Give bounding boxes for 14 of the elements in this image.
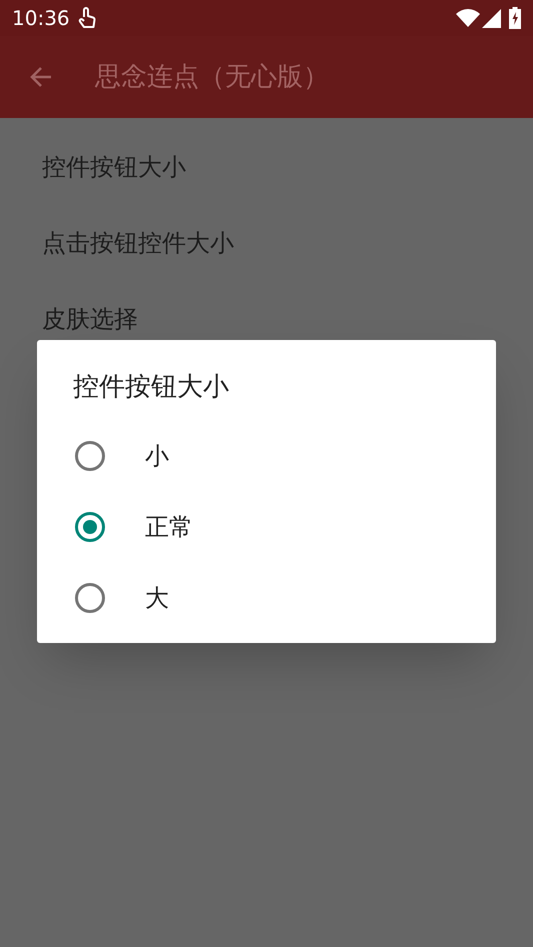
- app-title: 思念连点（无心版）: [95, 60, 329, 94]
- radio-button[interactable]: [75, 582, 105, 612]
- battery-icon: [509, 7, 521, 29]
- touch-icon: [78, 7, 96, 29]
- back-arrow-icon[interactable]: [29, 65, 53, 89]
- signal-icon: [482, 8, 501, 28]
- option-label[interactable]: 小: [145, 438, 169, 474]
- wifi-icon: [456, 9, 480, 27]
- status-time: 10:36: [12, 8, 70, 28]
- option-label[interactable]: 大: [145, 580, 169, 616]
- dialog-title: 控件按钮大小: [73, 371, 229, 404]
- option-label[interactable]: 正常: [145, 508, 193, 544]
- radio-button[interactable]: [75, 440, 105, 470]
- radio-button[interactable]: [75, 512, 105, 542]
